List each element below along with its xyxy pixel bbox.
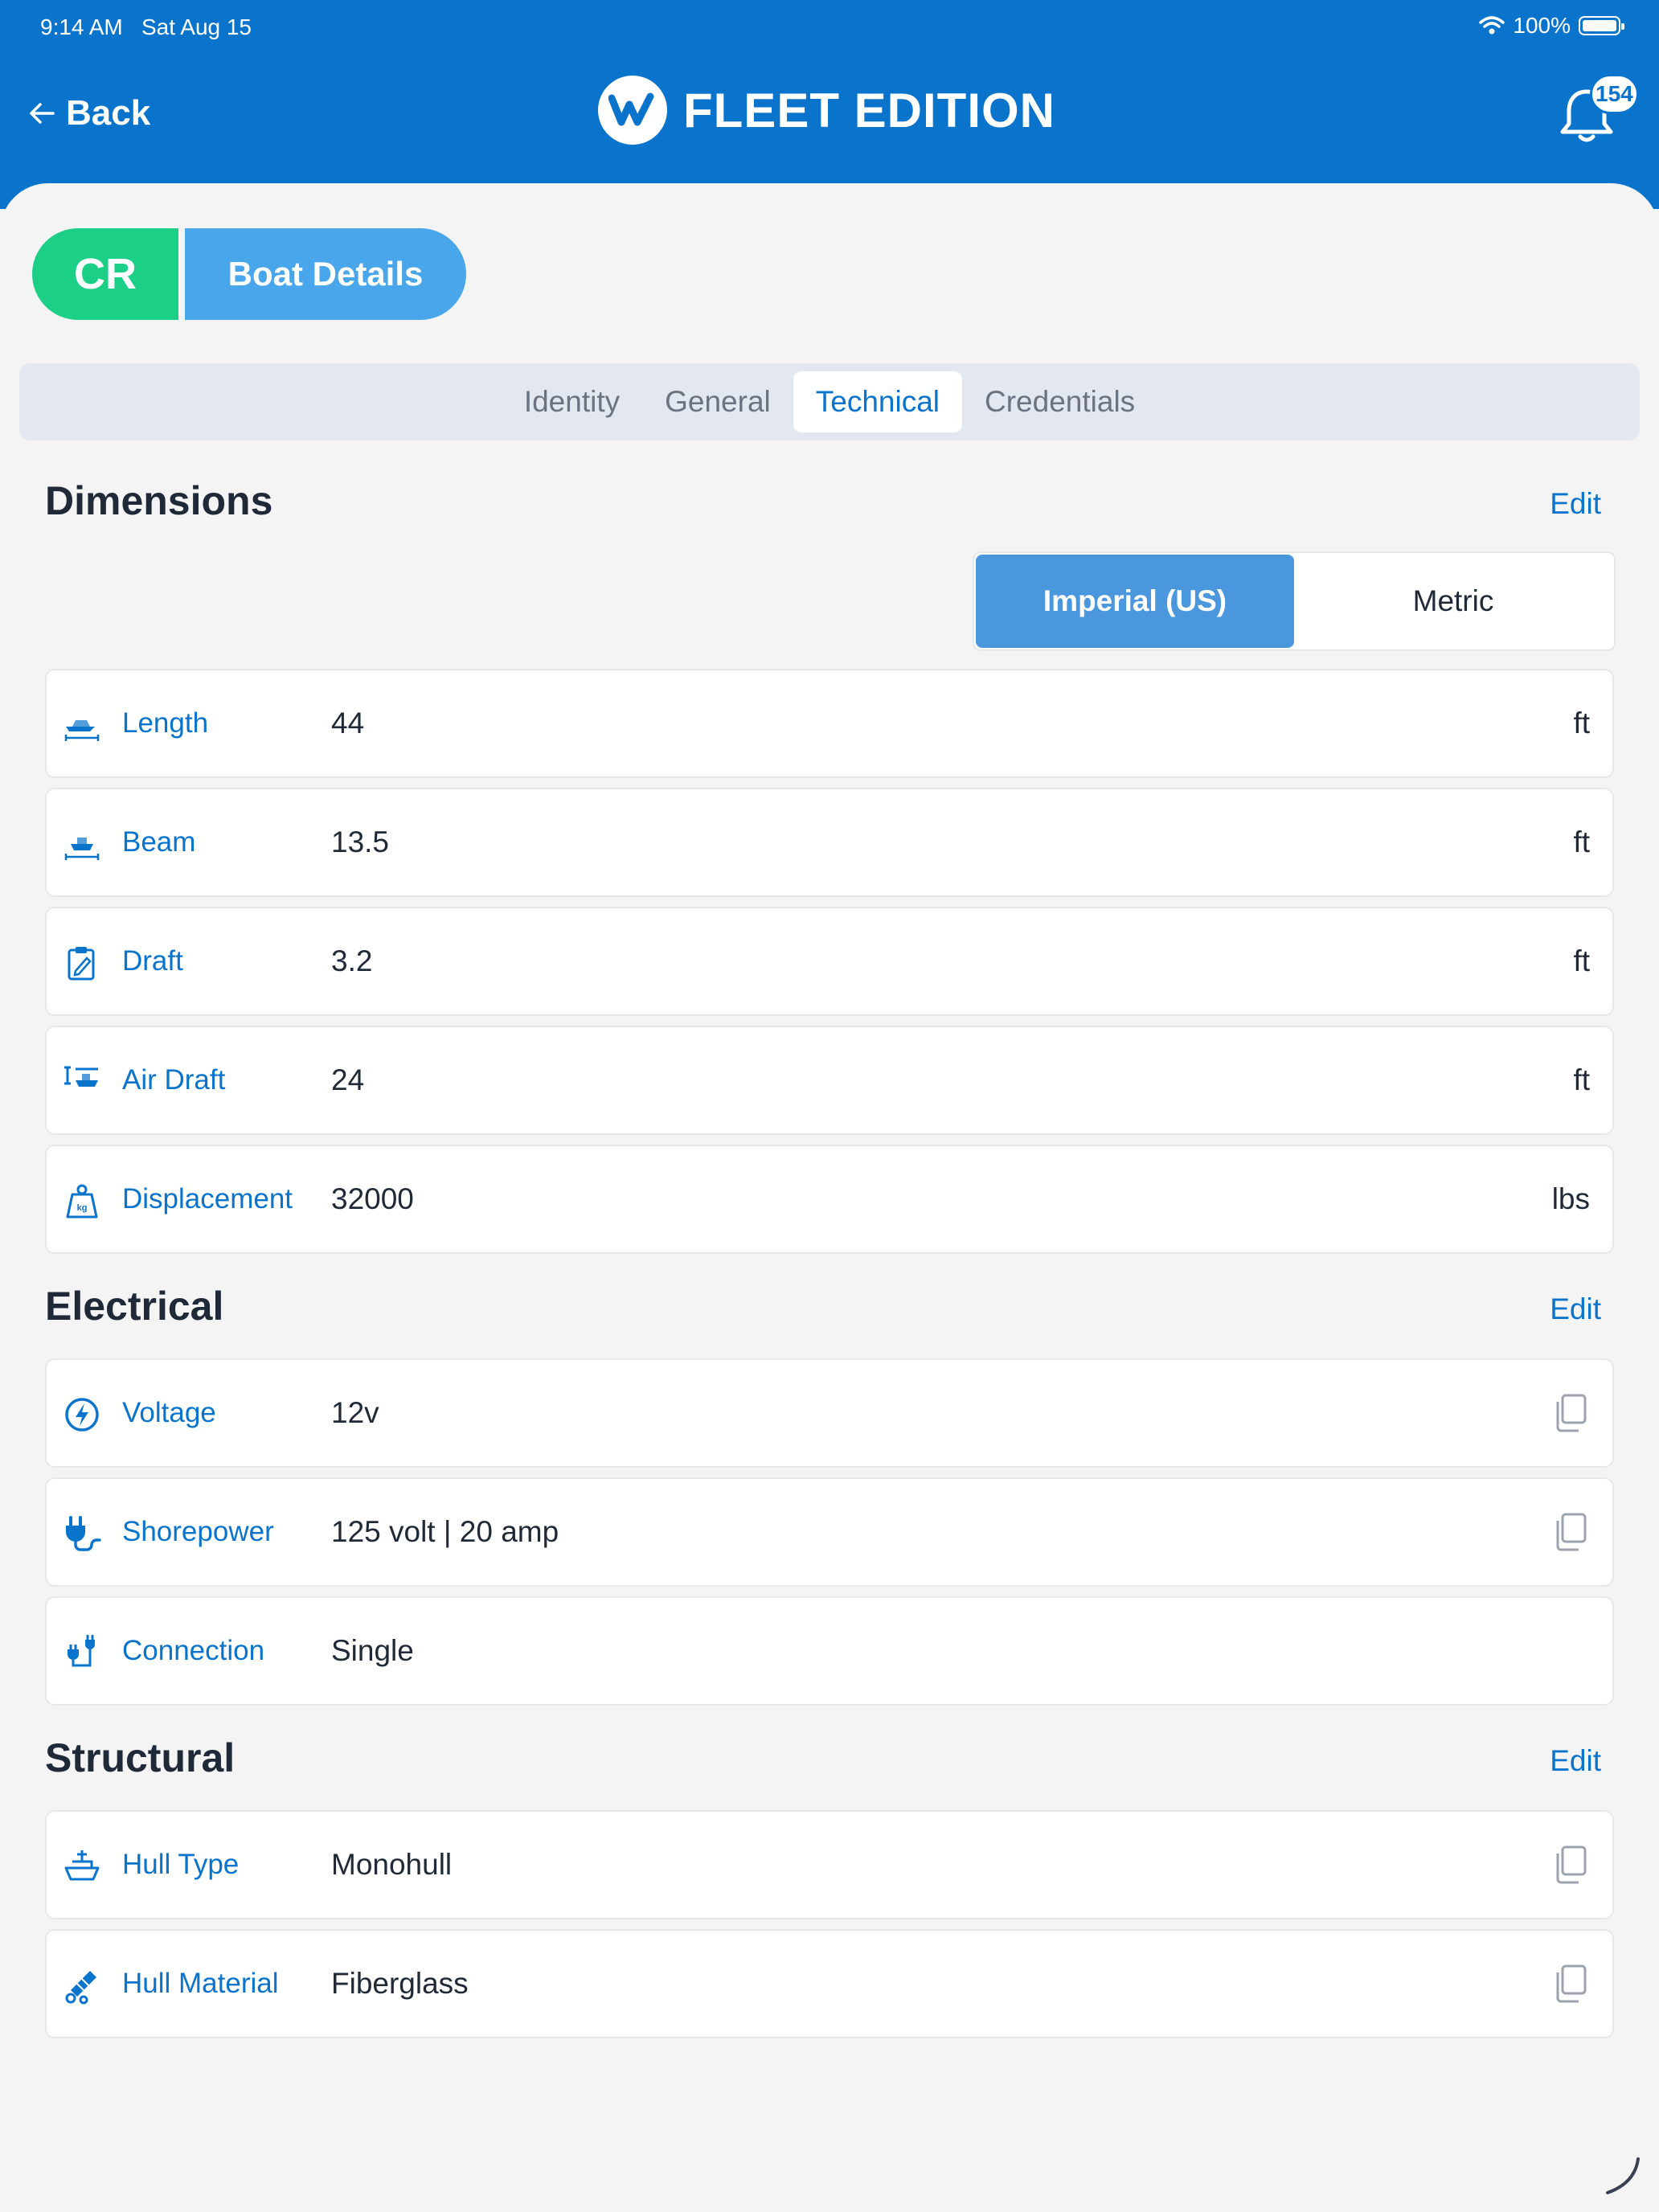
copy-icon[interactable] [1548,1391,1593,1436]
tab-general[interactable]: General [642,371,793,432]
row-value: 32000 [331,1182,414,1215]
dimensions-edit-button[interactable]: Edit [1550,487,1601,521]
row-label: Hull Material [122,1968,279,1999]
row-value: 24 [331,1063,365,1096]
boat-initials-badge: CR [32,228,178,320]
hull-icon [64,1850,100,1881]
electrical-edit-button[interactable]: Edit [1550,1292,1601,1326]
row-value: 125 volt | 20 amp [331,1515,559,1548]
bolt-circle-icon [65,1398,99,1432]
row-value: 13.5 [331,825,390,858]
brand-name: FLEET EDITION [683,83,1055,137]
boat-beam-icon [64,838,100,860]
structural-title: Structural [45,1735,236,1780]
app-header: 9:14 AM Sat Aug 15 100% Back FLEET EDITI… [0,0,1659,209]
plug-connection-icon [68,1635,95,1667]
fiberglass-icon [65,1971,96,2005]
row-label: Displacement [122,1183,293,1215]
title-pill: CR Boat Details [32,228,466,320]
copy-icon[interactable] [1548,1509,1593,1555]
structural-edit-button[interactable]: Edit [1550,1744,1601,1778]
row-value: Monohull [331,1848,453,1881]
electrical-row-voltage: Voltage 12v [45,1358,1614,1468]
tab-identity[interactable]: Identity [502,371,642,432]
row-label: Beam [122,826,196,858]
row-label: Length [122,707,209,739]
row-value: Single [331,1634,414,1667]
row-unit: ft [1573,825,1590,858]
unit-metric-option[interactable]: Metric [1294,555,1612,648]
unit-imperial-option[interactable]: Imperial (US) [976,555,1294,648]
back-button[interactable]: Back [26,93,150,133]
dimension-row-beam: Beam 13.5 ft [45,788,1614,897]
clipboard-pencil-icon [68,947,95,981]
copy-icon[interactable] [1548,1961,1593,2006]
battery-percent: 100% [1513,13,1571,38]
boat-length-icon [64,720,100,741]
arrow-left-icon [30,103,55,124]
wifi-icon [1479,16,1505,35]
structural-row-hull-material: Hull Material Fiberglass [45,1929,1614,2038]
row-value: 12v [331,1396,379,1429]
dimension-row-displacement: kg Displacement 32000 lbs [45,1145,1614,1254]
copy-icon[interactable] [1548,1842,1593,1887]
unit-toggle: Imperial (US) Metric [973,551,1616,651]
plug-icon [66,1516,101,1551]
battery-icon [1579,16,1624,35]
row-label: Hull Type [122,1849,240,1880]
notification-badge: 154 [1590,74,1639,114]
row-label: Connection [122,1635,265,1666]
dimensions-title: Dimensions [45,478,273,523]
row-value: 3.2 [331,944,373,977]
row-label: Draft [122,945,183,977]
status-time: 9:14 AM [40,14,123,39]
row-value: 44 [331,707,365,739]
kg-weight-icon: kg [66,1184,98,1219]
electrical-row-shorepower: Shorepower 125 volt | 20 amp [45,1477,1614,1587]
row-unit: ft [1573,707,1590,739]
status-right: 100% [1479,13,1624,39]
brand-logo-icon [598,76,667,145]
dimension-row-draft: Draft 3.2 ft [45,907,1614,1016]
page-title: Boat Details [185,228,466,320]
row-label: Voltage [122,1397,216,1428]
tab-credentials[interactable]: Credentials [962,371,1157,432]
air-draft-icon [64,1066,98,1087]
svg-text:kg: kg [77,1203,88,1213]
structural-row-hull-type: Hull Type Monohull [45,1810,1614,1919]
row-label: Air Draft [122,1064,226,1096]
electrical-title: Electrical [45,1284,224,1329]
row-label: Shorepower [122,1516,274,1547]
tab-technical[interactable]: Technical [793,371,963,432]
row-value: Fiberglass [331,1967,469,2000]
row-unit: ft [1573,944,1590,977]
electrical-row-connection: Connection Single [45,1596,1614,1706]
row-unit: lbs [1551,1182,1590,1215]
dimension-row-length: Length 44 ft [45,669,1614,778]
status-date: Sat Aug 15 [141,14,252,39]
dimension-row-air-draft: Air Draft 24 ft [45,1026,1614,1135]
back-label: Back [66,93,151,133]
tab-bar: Identity General Technical Credentials [19,363,1640,440]
row-unit: ft [1573,1063,1590,1096]
corner-gesture-icon [1606,2157,1640,2194]
brand: FLEET EDITION [598,76,1055,145]
status-bar: 9:14 AM Sat Aug 15 100% [0,11,1659,43]
